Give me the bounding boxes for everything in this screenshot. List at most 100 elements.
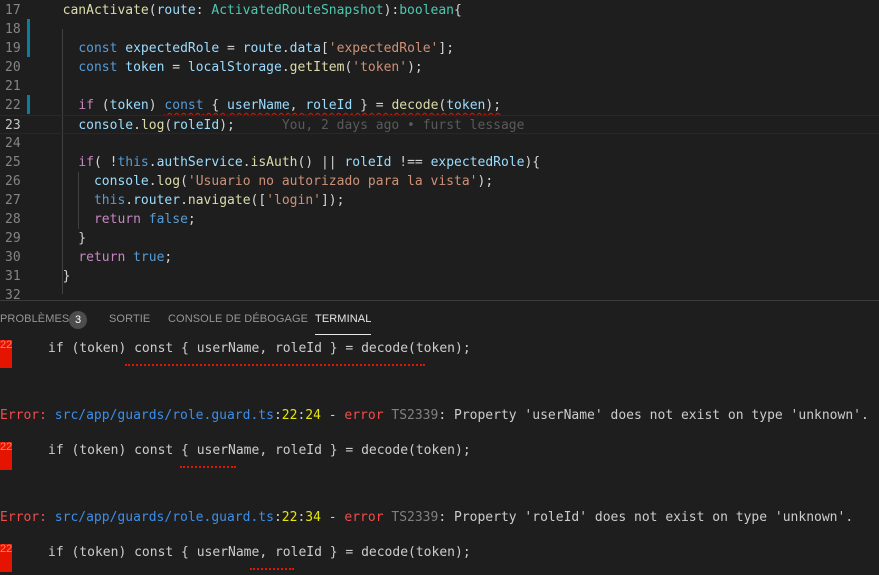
code-token: const	[164, 98, 204, 113]
line-number: 23	[5, 118, 21, 133]
code-line[interactable]: 21	[0, 77, 879, 96]
error-message: : Property 'userName' does not exist on …	[438, 408, 869, 423]
code-token: !==	[391, 155, 431, 170]
code-line[interactable]: 29 }	[0, 229, 879, 248]
line-number: 31	[5, 269, 21, 284]
code-line[interactable]: 17 canActivate(route: ActivatedRouteSnap…	[0, 1, 879, 20]
code-text: if( !this.authService.isAuth() || roleId…	[47, 153, 540, 172]
terminal-error-line: Error: src/app/guards/role.guard.ts:22:3…	[0, 509, 879, 527]
code-token: return	[78, 250, 126, 265]
line-number: 19	[5, 41, 21, 56]
error-label: Error:	[0, 510, 47, 525]
code-token: :	[195, 3, 212, 18]
code-token: ([	[250, 193, 267, 208]
error-underline	[250, 568, 294, 570]
code-line[interactable]: 22 if (token) const { userName, roleId }…	[0, 96, 879, 115]
code-token: {	[454, 3, 462, 18]
terminal-code-line: if (token) const { userName, roleId } = …	[48, 443, 471, 458]
error-kind: error	[344, 510, 384, 525]
tab-terminal[interactable]: TERMINAL	[315, 313, 372, 335]
code-text: return true;	[47, 248, 172, 267]
code-token: (	[93, 98, 110, 113]
code-line[interactable]: 28 return false;	[0, 210, 879, 229]
code-token: roleId	[344, 155, 392, 170]
error-line-number: 22	[281, 510, 298, 525]
error-file-path[interactable]: src/app/guards/role.guard.ts	[55, 408, 274, 423]
error-underline	[125, 364, 425, 366]
line-number: 28	[5, 212, 21, 227]
code-line[interactable]: 24	[0, 134, 879, 153]
code-line[interactable]: 20 const token = localStorage.getItem('t…	[0, 58, 879, 77]
code-line[interactable]: 19 const expectedRole = route.data['expe…	[0, 39, 879, 58]
code-line[interactable]: 27 this.router.navigate(['login']);	[0, 191, 879, 210]
code-token: =	[164, 60, 188, 75]
problems-count-badge: 3	[69, 311, 87, 329]
code-token: userName	[227, 98, 290, 113]
code-text: canActivate(route: ActivatedRouteSnapsho…	[47, 1, 462, 20]
code-token: .	[148, 174, 157, 189]
error-underline	[180, 466, 236, 468]
code-token: console	[93, 174, 149, 189]
code-editor[interactable]: 17 canActivate(route: ActivatedRouteSnap…	[0, 0, 879, 300]
code-token: roleId	[172, 118, 220, 133]
code-token: );	[407, 60, 423, 75]
code-token: ActivatedRouteSnapshot	[211, 3, 384, 18]
error-file-path[interactable]: src/app/guards/role.guard.ts	[55, 510, 274, 525]
code-token: if	[78, 98, 94, 113]
code-token: 'expectedRole'	[328, 41, 439, 56]
code-line[interactable]: 30 return true;	[0, 248, 879, 267]
error-message: : Property 'roleId' does not exist on ty…	[438, 510, 854, 525]
git-blame-annotation: You, 2 days ago • furst lessage	[234, 118, 525, 133]
tab-output[interactable]: SORTIE	[109, 313, 150, 335]
tab-debug-console[interactable]: CONSOLE DE DÉBOGAGE	[168, 313, 308, 335]
error-gutter-marker: 22	[0, 544, 12, 572]
code-token: );	[485, 98, 502, 113]
error-label: Error:	[0, 408, 47, 423]
code-token: roleId	[305, 98, 353, 113]
code-token: const	[78, 41, 118, 56]
code-line[interactable]: 31 }	[0, 267, 879, 286]
code-line[interactable]: 25 if( !this.authService.isAuth() || rol…	[0, 153, 879, 172]
code-token: route	[242, 41, 282, 56]
code-token: } =	[352, 98, 392, 113]
code-line[interactable]: 18	[0, 20, 879, 39]
code-token: .	[242, 155, 251, 170]
code-token: ):	[383, 3, 400, 18]
code-token: canActivate	[62, 3, 149, 18]
code-token: localStorage	[187, 60, 282, 75]
code-line[interactable]: 32	[0, 286, 879, 300]
error-gutter-marker: 22	[0, 340, 12, 368]
error-code: TS2339	[391, 510, 439, 525]
code-token: ( !	[93, 155, 118, 170]
code-token: token	[109, 98, 149, 113]
separator: :	[273, 408, 282, 423]
terminal-code-line: if (token) const { userName, roleId } = …	[48, 341, 471, 356]
line-number: 30	[5, 250, 21, 265]
code-token: 'Usuario no autorizado para la vista'	[187, 174, 478, 189]
code-token: }	[47, 231, 87, 246]
code-token: navigate	[187, 193, 251, 208]
tab-problems[interactable]: PROBLÈMES	[0, 313, 69, 335]
code-text: const expectedRole = route.data['expecte…	[47, 39, 454, 58]
line-number: 21	[5, 79, 21, 94]
error-line-number: 22	[281, 408, 298, 423]
line-number: 22	[5, 98, 21, 113]
code-token: token	[125, 60, 165, 75]
code-token: ;	[187, 212, 196, 227]
code-token: isAuth	[250, 155, 298, 170]
code-line[interactable]: 23 console.log(roleId); You, 2 days ago …	[0, 115, 879, 134]
code-text: console.log(roleId); You, 2 days ago • f…	[47, 116, 524, 135]
code-token: log	[140, 118, 165, 133]
code-token: .	[148, 155, 157, 170]
code-token: log	[156, 174, 181, 189]
terminal-error-line: Error: src/app/guards/role.guard.ts:22:2…	[0, 407, 879, 425]
code-line[interactable]: 26 console.log('Usuario no autorizado pa…	[0, 172, 879, 191]
